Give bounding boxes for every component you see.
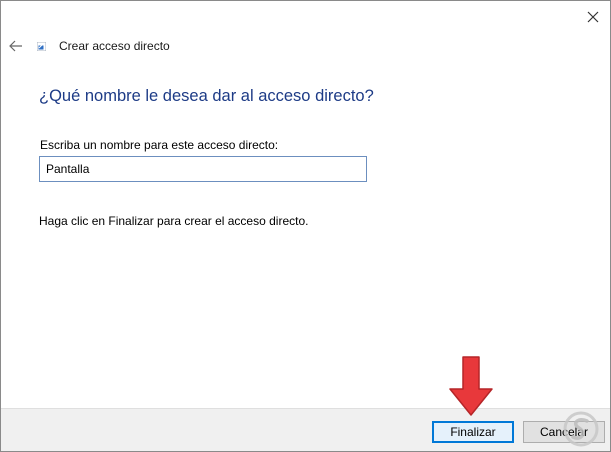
red-down-arrow-icon [449,356,493,416]
shortcut-name-label: Escriba un nombre para este acceso direc… [40,138,279,152]
back-button[interactable] [5,35,27,57]
finish-button[interactable]: Finalizar [432,421,514,443]
close-button[interactable] [577,4,609,30]
page-heading: ¿Qué nombre le desea dar al acceso direc… [39,87,374,105]
shortcut-name-input[interactable] [39,156,367,182]
shortcut-app-icon [37,42,46,51]
window-title: Crear acceso directo [59,39,170,53]
back-arrow-icon [9,40,22,52]
solvetic-logo-icon [563,411,599,447]
dialog-footer [1,408,610,451]
create-shortcut-dialog: Crear acceso directo ¿Qué nombre le dese… [0,0,611,452]
close-icon [587,11,599,23]
finish-instruction: Haga clic en Finalizar para crear el acc… [39,214,309,228]
